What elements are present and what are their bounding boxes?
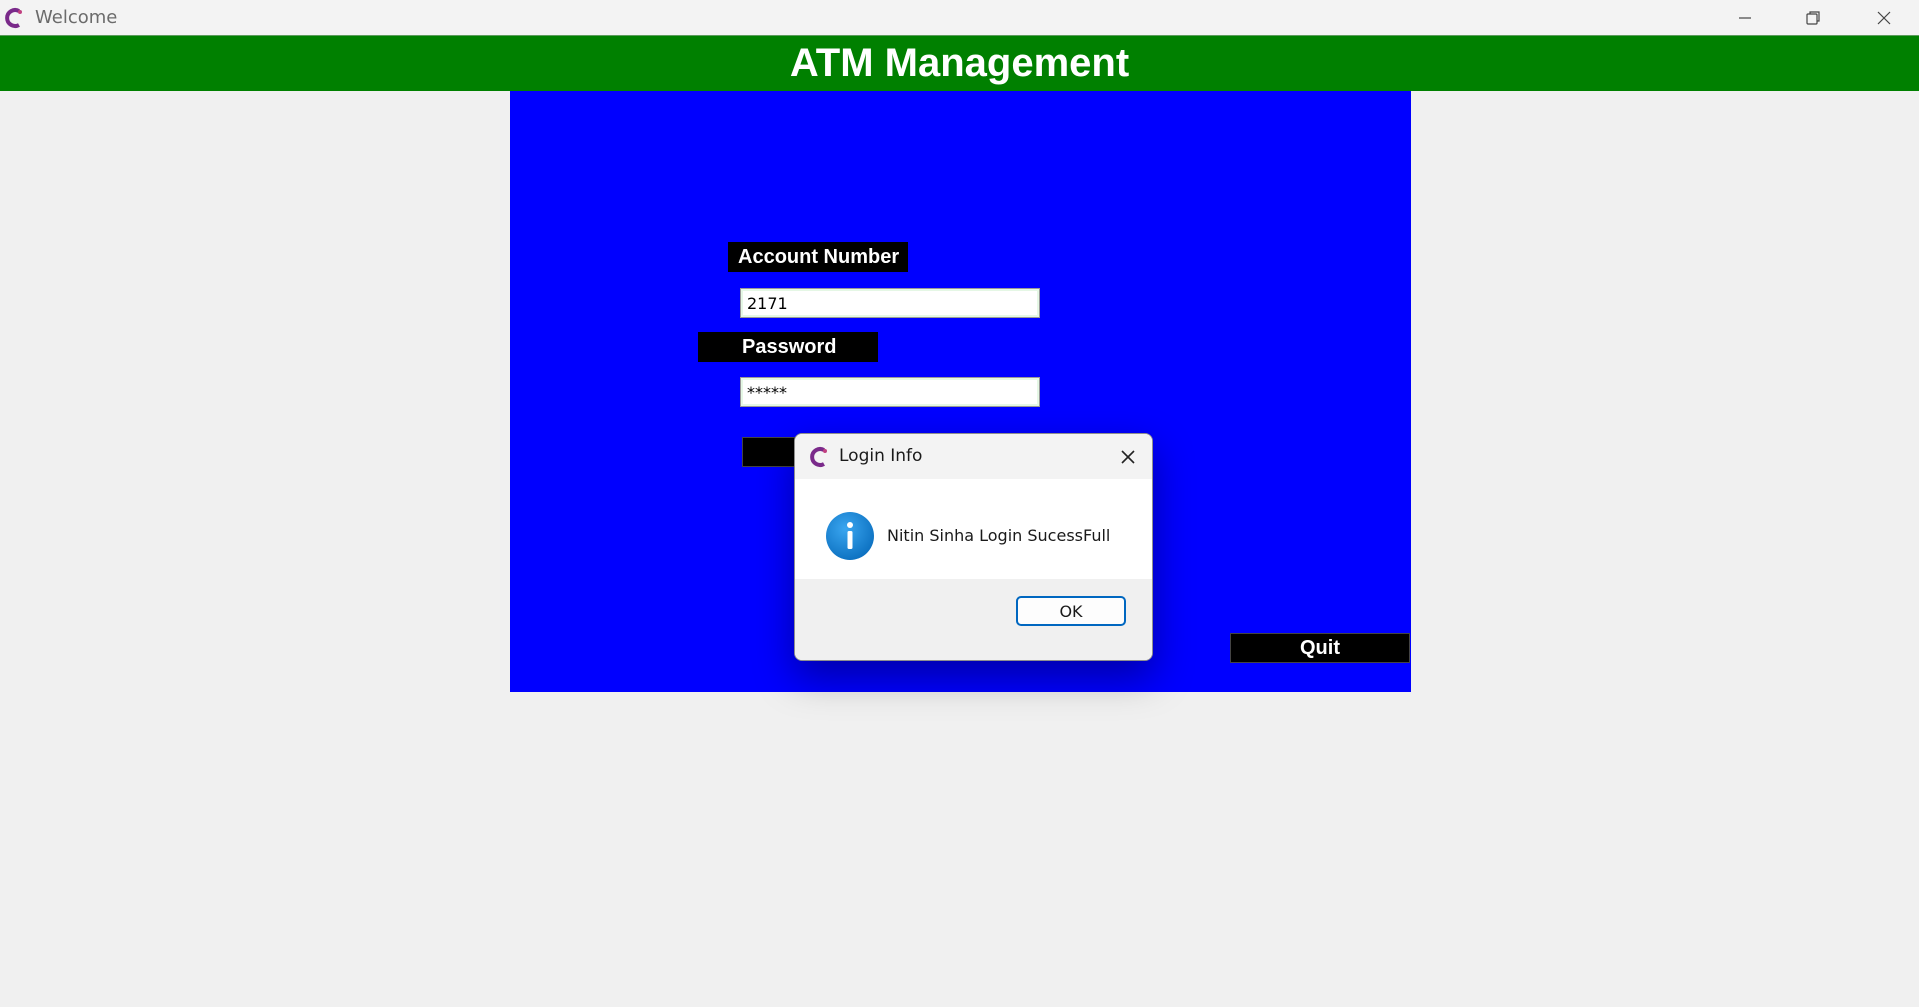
info-icon bbox=[826, 512, 874, 560]
restore-button[interactable] bbox=[1778, 0, 1848, 35]
restore-icon bbox=[1806, 10, 1820, 25]
dialog-body: Nitin Sinha Login SucessFull bbox=[795, 479, 1152, 579]
login-info-dialog: Login Info Nitin Sinha Login SucessFull … bbox=[794, 433, 1153, 661]
password-field[interactable]: ***** bbox=[740, 377, 1040, 407]
close-button[interactable] bbox=[1849, 0, 1919, 35]
password-label: Password bbox=[698, 332, 878, 362]
account-number-field[interactable]: 2171 bbox=[740, 288, 1040, 318]
window-titlebar: Welcome bbox=[0, 0, 1919, 35]
quit-button[interactable]: Quit bbox=[1230, 633, 1410, 663]
dialog-header: Login Info bbox=[795, 434, 1152, 479]
account-number-label: Account Number bbox=[728, 242, 908, 272]
minimize-icon bbox=[1739, 16, 1751, 19]
dialog-footer: OK bbox=[795, 579, 1152, 660]
dialog-message: Nitin Sinha Login SucessFull bbox=[887, 526, 1111, 545]
minimize-button[interactable] bbox=[1710, 0, 1780, 35]
ok-button[interactable]: OK bbox=[1016, 596, 1126, 626]
close-icon bbox=[1877, 11, 1891, 24]
app-logo-icon bbox=[5, 8, 22, 28]
dialog-title: Login Info bbox=[839, 446, 923, 466]
banner-title: ATM Management bbox=[789, 40, 1130, 85]
close-icon bbox=[1121, 449, 1135, 464]
app-logo-icon bbox=[810, 447, 827, 467]
dialog-close-button[interactable] bbox=[1104, 434, 1152, 479]
window-title: Welcome bbox=[35, 7, 118, 28]
app-banner: ATM Management bbox=[0, 35, 1919, 91]
